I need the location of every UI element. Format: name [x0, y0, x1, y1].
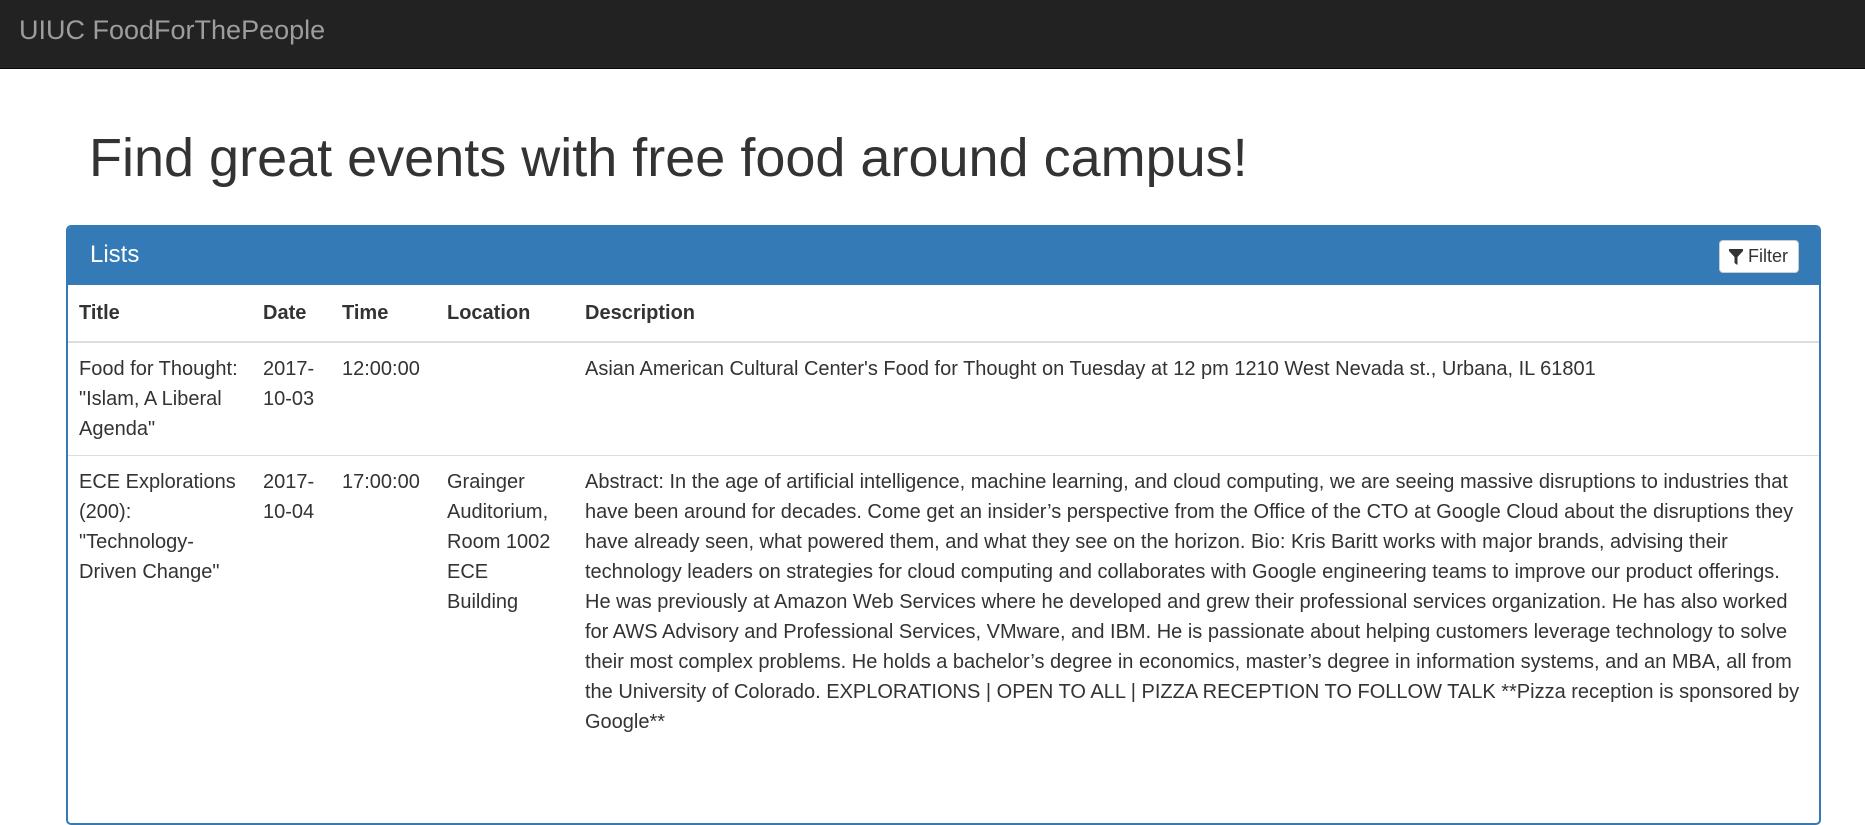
event-title-cell: Food for Thought: "Islam, A Liberal Agen…	[68, 341, 252, 456]
event-title-cell: ECE Explorations (200): "Technology-Driv…	[68, 455, 252, 748]
event-time-cell: 17:00:00	[331, 455, 436, 748]
panel-title: Lists	[90, 241, 140, 268]
filter-button[interactable]: Filter	[1719, 240, 1799, 273]
event-description-cell: Asian American Cultural Center's Food fo…	[574, 341, 1819, 456]
event-location-cell: Grainger Auditorium, Room 1002 ECE Build…	[436, 455, 574, 748]
events-table: Title Date Time Location Description Foo…	[68, 285, 1819, 748]
table-row: Food for Thought: "Islam, A Liberal Agen…	[68, 341, 1819, 456]
page-title: Find great events with free food around …	[89, 128, 1248, 188]
event-date-cell: 2017-10-04	[252, 455, 331, 748]
column-header-title: Title	[68, 285, 252, 343]
event-location-cell	[436, 341, 574, 456]
top-navbar: UIUC FoodForThePeople	[0, 0, 1865, 69]
column-header-time: Time	[331, 285, 436, 343]
event-description-cell: Abstract: In the age of artificial intel…	[574, 455, 1819, 748]
brand-link[interactable]: UIUC FoodForThePeople	[19, 14, 325, 46]
event-time-cell: 12:00:00	[331, 341, 436, 456]
events-panel: Lists Filter Title Date Time Location De…	[66, 225, 1821, 825]
event-date-cell: 2017-10-03	[252, 341, 331, 456]
filter-icon	[1729, 248, 1743, 266]
table-header-row: Title Date Time Location Description	[68, 285, 1819, 343]
table-row: ECE Explorations (200): "Technology-Driv…	[68, 455, 1819, 748]
panel-heading: Lists Filter	[68, 227, 1819, 285]
column-header-location: Location	[436, 285, 574, 343]
column-header-date: Date	[252, 285, 331, 343]
column-header-description: Description	[574, 285, 1819, 343]
filter-button-label: Filter	[1748, 246, 1788, 266]
